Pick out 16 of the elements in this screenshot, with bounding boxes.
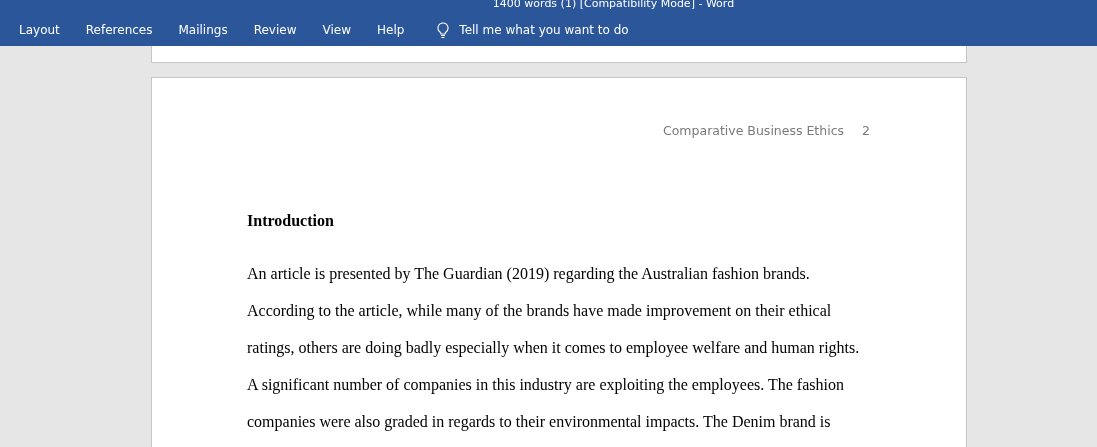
header-text: Comparative Business Ethics — [663, 122, 845, 140]
tell-me-search[interactable]: Tell me what you want to do — [459, 21, 629, 39]
lightbulb-icon — [437, 21, 450, 39]
ribbon-tab[interactable]: View — [313, 21, 360, 39]
paragraph-line: ratings, others are doing badly especially when it comes to employee welfare and human rights. — [247, 338, 860, 356]
paragraph-line: companies were also graded in regards to their environmental impacts. The Denim brand is — [247, 412, 831, 430]
paragraph-line: An article is presented by The Guardian (2019) regarding the Australian fashion brands. — [247, 264, 810, 282]
ribbon-tab[interactable]: Review — [244, 21, 306, 39]
page-number: 2 — [862, 122, 870, 140]
ribbon-tab[interactable]: Mailings — [169, 21, 237, 39]
paragraph-line: A significant number of companies in this industry are exploiting the employees. The fashion — [247, 375, 844, 393]
section-heading: Introduction — [247, 210, 335, 231]
paragraph-line: According to the article, while many of the brands have made improvement on their ethical — [247, 301, 832, 319]
ribbon-tab[interactable]: References — [76, 21, 162, 39]
ribbon-tab[interactable]: Layout — [10, 21, 69, 39]
ribbon-tab[interactable]: Help — [368, 21, 414, 39]
